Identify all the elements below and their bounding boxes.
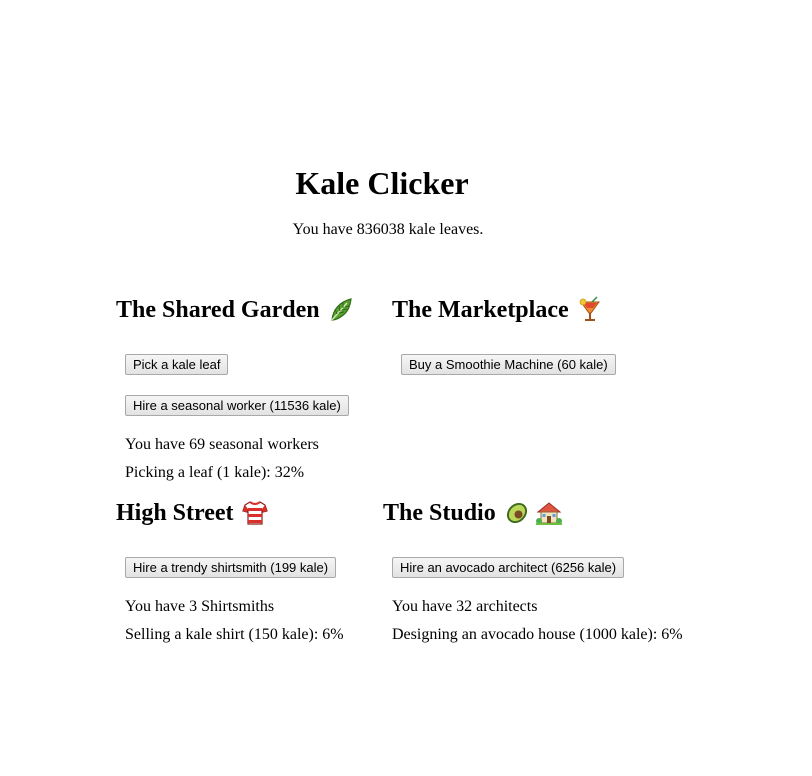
hire-shirtsmith-button[interactable]: Hire a trendy shirtsmith (199 kale) — [125, 557, 337, 578]
house-designing-progress: Designing an avocado house (1000 kale): … — [392, 626, 683, 643]
section-title-studio: The Studio — [383, 499, 563, 527]
tropical-drink-icon — [576, 296, 604, 324]
shirt-selling-progress: Selling a kale shirt (150 kale): 6% — [125, 626, 344, 643]
garden-title-text: The Shared Garden — [116, 297, 320, 323]
architects-count: You have 32 architects — [392, 598, 538, 615]
section-title-marketplace: The Marketplace — [392, 296, 604, 324]
hire-avocado-architect-button[interactable]: Hire an avocado architect (6256 kale) — [392, 557, 625, 578]
section-title-high-street: High Street — [116, 499, 269, 527]
pick-kale-leaf-button[interactable]: Pick a kale leaf — [125, 354, 229, 375]
section-title-garden: The Shared Garden — [116, 296, 355, 324]
avocado-icon — [503, 499, 531, 527]
studio-title-text: The Studio — [383, 500, 496, 526]
page-title: Kale Clicker — [295, 165, 469, 201]
high-street-title-text: High Street — [116, 500, 234, 526]
shirt-icon — [241, 499, 269, 527]
seasonal-workers-count: You have 69 seasonal workers — [125, 436, 319, 453]
kale-count-status: You have 836038 kale leaves. — [292, 221, 484, 238]
buy-smoothie-machine-button[interactable]: Buy a Smoothie Machine (60 kale) — [401, 354, 616, 375]
kale-leaf-icon — [327, 296, 355, 324]
hire-seasonal-worker-button[interactable]: Hire a seasonal worker (11536 kale) — [125, 395, 349, 416]
marketplace-title-text: The Marketplace — [392, 297, 569, 323]
house-with-garden-icon — [535, 499, 563, 527]
picking-progress: Picking a leaf (1 kale): 32% — [125, 464, 305, 481]
shirtsmiths-count: You have 3 Shirtsmiths — [125, 598, 275, 615]
